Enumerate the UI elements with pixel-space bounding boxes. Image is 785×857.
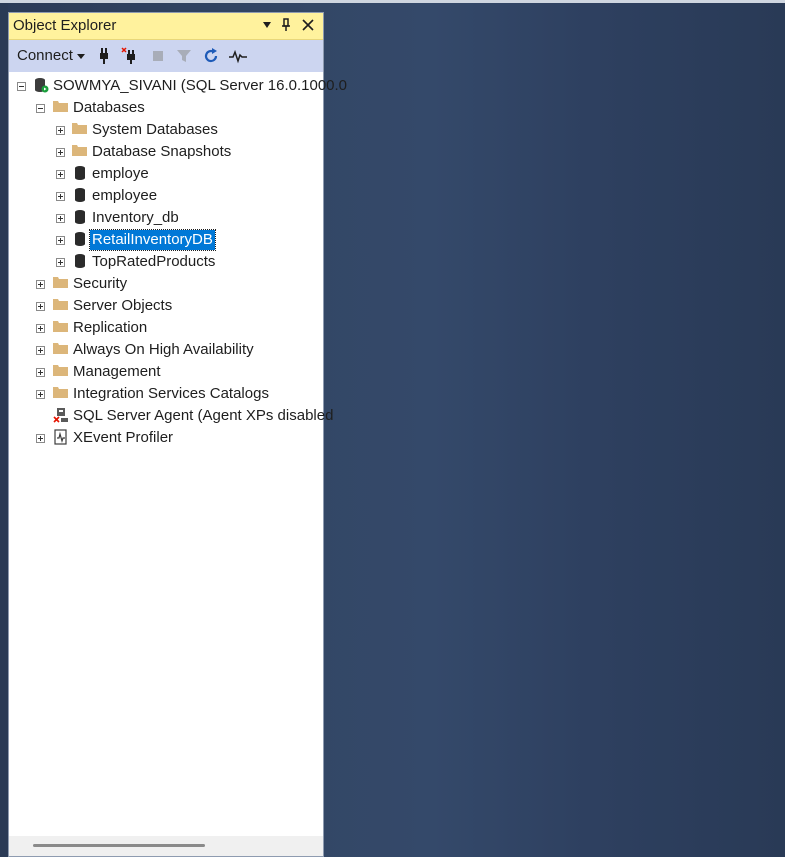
- database-icon: [75, 232, 85, 246]
- tree-node-label: Security: [73, 275, 128, 292]
- tree-node-label: Databases: [73, 99, 145, 116]
- tree-node-label: TopRatedProducts: [92, 253, 216, 270]
- tree-node-label: Integration Services Catalogs: [73, 385, 269, 402]
- xevent-profiler-icon: [54, 429, 67, 445]
- filter-icon[interactable]: [175, 47, 193, 65]
- tree-node-label: XEvent Profiler: [73, 429, 174, 446]
- dropdown-arrow-icon[interactable]: [258, 15, 276, 35]
- panel-title: Object Explorer: [13, 17, 117, 34]
- tree-node-label: employe: [92, 165, 149, 182]
- database-icon: [75, 210, 85, 224]
- database-icon: [75, 188, 85, 202]
- tree-node-server[interactable]: SOWMYA_SIVANI (SQL Server 16.0.1000.0: [9, 75, 347, 97]
- tree-node-label: Management: [73, 363, 161, 380]
- close-icon[interactable]: [299, 15, 317, 35]
- tree-node-integration-services[interactable]: Integration Services Catalogs: [9, 383, 323, 405]
- tree-node-replication[interactable]: Replication: [9, 317, 323, 339]
- collapse-icon[interactable]: [36, 104, 45, 113]
- folder-icon: [53, 101, 68, 112]
- stop-icon[interactable]: [149, 47, 167, 65]
- expand-icon[interactable]: [36, 346, 45, 355]
- tree-node-always-on[interactable]: Always On High Availability: [9, 339, 323, 361]
- tree-node-database-snapshots[interactable]: Database Snapshots: [9, 141, 323, 163]
- expand-icon[interactable]: [56, 126, 65, 135]
- expand-icon[interactable]: [56, 236, 65, 245]
- database-icon: [75, 166, 85, 180]
- tree-node-server-objects[interactable]: Server Objects: [9, 295, 323, 317]
- refresh-icon[interactable]: [202, 47, 220, 65]
- expand-icon[interactable]: [56, 148, 65, 157]
- tree-node-database-selected[interactable]: RetailInventoryDB: [9, 229, 323, 251]
- connect-dropdown-icon[interactable]: [77, 54, 85, 59]
- tree-node-label: Inventory_db: [92, 209, 179, 226]
- panel-toolbar: Connect: [9, 40, 323, 72]
- tree-node-label: SOWMYA_SIVANI (SQL Server 16.0.1000.0: [53, 77, 348, 94]
- tree-node-label: SQL Server Agent (Agent XPs disabled: [73, 407, 334, 424]
- tree-node-label: System Databases: [92, 121, 218, 138]
- folder-icon: [53, 343, 68, 354]
- tree-node-label: RetailInventoryDB: [89, 229, 216, 251]
- tree-node-management[interactable]: Management: [9, 361, 323, 383]
- expand-icon[interactable]: [36, 302, 45, 311]
- expand-icon[interactable]: [36, 390, 45, 399]
- connect-button[interactable]: Connect: [17, 47, 73, 64]
- folder-icon: [72, 145, 87, 156]
- folder-icon: [53, 321, 68, 332]
- tree-node-label: employee: [92, 187, 158, 204]
- top-border: [0, 0, 785, 3]
- object-explorer-tree: SOWMYA_SIVANI (SQL Server 16.0.1000.0 Da…: [9, 73, 347, 833]
- tree-node-security[interactable]: Security: [9, 273, 323, 295]
- tree-node-xevent-profiler[interactable]: XEvent Profiler: [9, 427, 323, 449]
- tree-node-database[interactable]: TopRatedProducts: [9, 251, 323, 273]
- expand-icon[interactable]: [36, 434, 45, 443]
- folder-icon: [53, 365, 68, 376]
- folder-icon: [72, 123, 87, 134]
- server-connected-icon: [35, 78, 49, 93]
- object-explorer-panel: Object Explorer Connect SOWMYA_SIVANI (S…: [8, 12, 347, 857]
- tree-node-label: Server Objects: [73, 297, 173, 314]
- expand-icon[interactable]: [36, 280, 45, 289]
- tree-node-label: Database Snapshots: [92, 143, 232, 160]
- agent-disabled-icon: [53, 408, 68, 423]
- tree-node-database[interactable]: employe: [9, 163, 323, 185]
- tree-node-label: Always On High Availability: [73, 341, 254, 358]
- left-dock-strip: [0, 3, 8, 857]
- expand-icon[interactable]: [56, 192, 65, 201]
- activity-monitor-icon[interactable]: [229, 47, 247, 65]
- connect-plug-icon[interactable]: [95, 47, 113, 65]
- panel-titlebar: Object Explorer: [9, 13, 323, 40]
- scrollbar-thumb[interactable]: [33, 844, 205, 847]
- tree-node-databases[interactable]: Databases: [9, 97, 323, 119]
- collapse-icon[interactable]: [17, 82, 26, 91]
- disconnect-plug-icon[interactable]: [121, 47, 139, 65]
- folder-icon: [53, 387, 68, 398]
- folder-icon: [53, 277, 68, 288]
- database-icon: [75, 254, 85, 268]
- expand-icon[interactable]: [56, 214, 65, 223]
- tree-node-sql-server-agent[interactable]: SQL Server Agent (Agent XPs disabled: [9, 405, 333, 427]
- tree-node-system-databases[interactable]: System Databases: [9, 119, 323, 141]
- expand-icon[interactable]: [36, 324, 45, 333]
- pin-icon[interactable]: [277, 15, 295, 35]
- folder-icon: [53, 299, 68, 310]
- expand-icon[interactable]: [56, 170, 65, 179]
- tree-node-database[interactable]: Inventory_db: [9, 207, 323, 229]
- tree-node-label: Replication: [73, 319, 148, 336]
- tree-node-database[interactable]: employee: [9, 185, 323, 207]
- expand-icon[interactable]: [36, 368, 45, 377]
- expand-icon[interactable]: [56, 258, 65, 267]
